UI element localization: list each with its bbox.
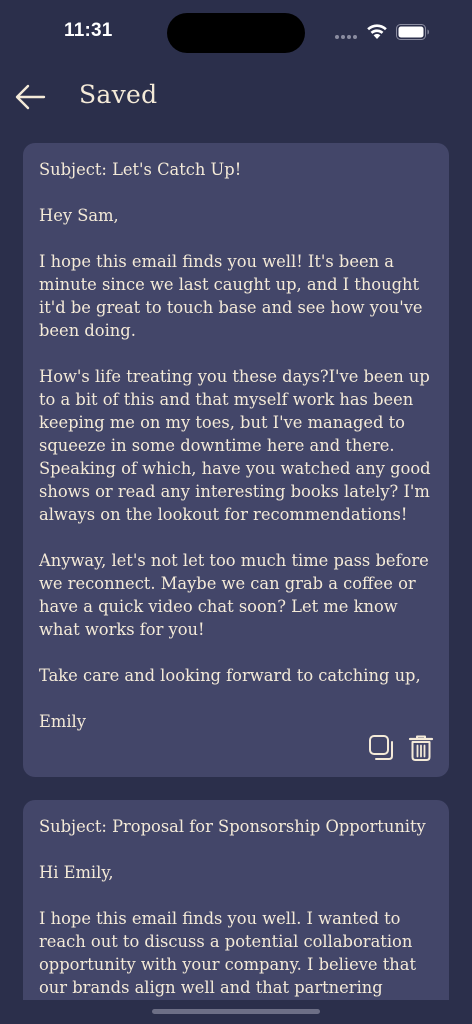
saved-email-card[interactable]: Subject: Let's Catch Up! Hey Sam, I hope… — [23, 143, 449, 777]
saved-screen: 11:31 Saved Subject: Let's Catch Up! Hey… — [0, 0, 472, 1024]
saved-email-text: Subject: Proposal for Sponsorship Opport… — [39, 817, 426, 997]
app-header: Saved — [0, 72, 472, 122]
delete-button[interactable] — [408, 734, 434, 762]
dynamic-island — [167, 13, 305, 53]
home-indicator[interactable] — [152, 1009, 320, 1014]
saved-email-text: Subject: Let's Catch Up! Hey Sam, I hope… — [39, 160, 431, 731]
trash-icon — [408, 735, 434, 761]
copy-button[interactable] — [368, 734, 396, 762]
page-title: Saved — [79, 80, 158, 109]
copy-icon — [369, 735, 393, 760]
status-bar: 11:31 — [0, 0, 472, 64]
wifi-icon — [366, 22, 388, 40]
saved-email-card[interactable]: Subject: Proposal for Sponsorship Opport… — [23, 800, 449, 1020]
battery-icon — [396, 23, 430, 41]
back-button[interactable] — [12, 78, 50, 116]
cellular-signal-icon — [335, 35, 359, 41]
status-time: 11:31 — [64, 20, 113, 41]
card-actions — [368, 734, 434, 762]
arrow-left-icon — [15, 84, 46, 110]
